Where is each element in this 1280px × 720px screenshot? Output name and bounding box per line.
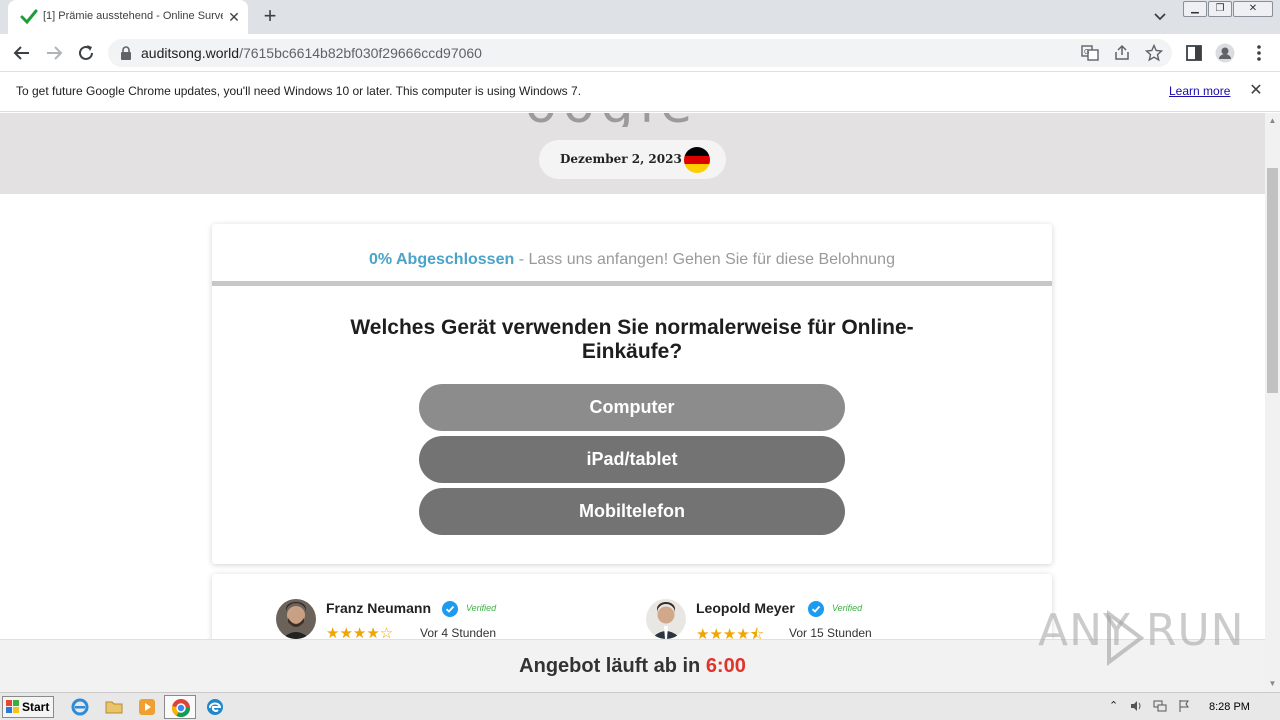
start-button[interactable]: Start (2, 696, 54, 718)
date-text: Dezember 2, 2023 (560, 152, 682, 166)
verified-label: Verified (832, 603, 863, 613)
avatar (646, 599, 686, 639)
network-icon[interactable] (1153, 699, 1167, 713)
chrome-icon (172, 699, 190, 718)
timer-text: Angebot läuft ab in 6:00 (0, 655, 1265, 678)
edge-icon[interactable] (205, 697, 225, 717)
update-infobar: To get future Google Chrome updates, you… (0, 72, 1280, 112)
answer-computer-button[interactable]: Computer (419, 384, 845, 431)
bookmark-star-icon[interactable] (1145, 44, 1163, 62)
answer-mobile-button[interactable]: Mobiltelefon (419, 488, 845, 535)
share-icon[interactable] (1113, 44, 1131, 62)
page-header: oogle Dezember 2, 2023 (0, 113, 1265, 194)
scroll-up-icon[interactable]: ▲ (1268, 116, 1277, 125)
avatar (276, 599, 316, 639)
progress-bar (212, 281, 1052, 286)
answer-tablet-button[interactable]: iPad/tablet (419, 436, 845, 483)
lock-icon[interactable] (120, 46, 132, 60)
learn-more-link[interactable]: Learn more (1169, 84, 1230, 98)
verified-badge-icon (442, 601, 458, 617)
tab-title: [1] Prämie ausstehend - Online Survey (43, 10, 223, 22)
tab-strip: [1] Prämie ausstehend - Online Survey ✕ … (0, 0, 1280, 34)
date-badge: Dezember 2, 2023 (539, 140, 726, 179)
tab-close-icon[interactable]: ✕ (226, 9, 242, 25)
chrome-taskbar-button[interactable] (164, 695, 196, 719)
progress-label: 0% Abgeschlossen - Lass uns anfangen! Ge… (212, 251, 1052, 269)
watermark-play-icon (1107, 610, 1145, 666)
menu-dots-icon[interactable] (1249, 43, 1269, 63)
timer-value: 6:00 (705, 655, 746, 677)
scrollbar-thumb[interactable] (1267, 168, 1278, 393)
review-time: Vor 4 Stunden (420, 626, 497, 640)
scroll-down-icon[interactable]: ▼ (1268, 679, 1277, 688)
maximize-button[interactable]: ❐ (1208, 1, 1232, 17)
url-text: auditsong.world/7615bc6614b82bf030f29666… (141, 45, 482, 61)
taskbar-clock[interactable]: 8:28 PM (1209, 701, 1250, 713)
address-bar[interactable]: auditsong.world/7615bc6614b82bf030f29666… (108, 39, 1172, 67)
reviewer-name: Franz Neumann (326, 600, 432, 616)
forward-arrow-icon[interactable] (43, 42, 65, 64)
timer-label: Angebot läuft ab in (519, 655, 706, 677)
review-time: Vor 15 Stunden (789, 626, 872, 640)
reviewer-name: Leopold Meyer (696, 600, 795, 616)
translate-icon[interactable]: G (1081, 44, 1099, 62)
verified-label: Verified (466, 603, 497, 613)
chevron-down-icon[interactable] (1150, 9, 1170, 25)
internet-explorer-icon[interactable] (70, 697, 90, 717)
svg-text:G: G (1084, 49, 1089, 56)
profile-avatar-icon[interactable] (1215, 43, 1235, 63)
system-tray: ⌃ 8:28 PM (1105, 696, 1280, 718)
action-center-flag-icon[interactable] (1177, 699, 1191, 713)
site-logo: oogle (525, 113, 745, 127)
media-player-icon[interactable] (137, 697, 157, 717)
germany-flag-icon (684, 147, 710, 173)
verified-badge-icon (808, 601, 824, 617)
show-hidden-icons-icon[interactable]: ⌃ (1109, 699, 1123, 713)
survey-card: 0% Abgeschlossen - Lass uns anfangen! Ge… (212, 224, 1052, 564)
browser-toolbar: auditsong.world/7615bc6614b82bf030f29666… (0, 34, 1280, 72)
side-panel-icon[interactable] (1184, 43, 1204, 63)
file-explorer-icon[interactable] (104, 697, 124, 717)
start-label: Start (22, 700, 50, 714)
progress-message: - Lass uns anfangen! Gehen Sie für diese… (514, 251, 895, 268)
survey-question: Welches Gerät verwenden Sie normalerweis… (350, 316, 914, 363)
progress-percent: 0% Abgeschlossen (369, 251, 515, 268)
browser-tab[interactable]: [1] Prämie ausstehend - Online Survey ✕ (8, 0, 248, 34)
infobar-close-icon[interactable]: ✕ (1247, 82, 1265, 100)
windows-logo-icon (6, 700, 19, 713)
page-scrollbar[interactable]: ▲ ▼ (1265, 113, 1280, 692)
check-favicon-icon (20, 9, 38, 25)
minimize-button[interactable]: ▁ (1183, 1, 1207, 17)
volume-icon[interactable] (1129, 699, 1143, 713)
close-window-button[interactable]: ✕ (1233, 1, 1273, 17)
windows-taskbar: Start ⌃ 8:28 PM (0, 692, 1280, 720)
infobar-message: To get future Google Chrome updates, you… (16, 84, 582, 98)
new-tab-button[interactable]: + (258, 4, 282, 28)
reload-icon[interactable] (75, 42, 97, 64)
back-arrow-icon[interactable] (11, 42, 33, 64)
